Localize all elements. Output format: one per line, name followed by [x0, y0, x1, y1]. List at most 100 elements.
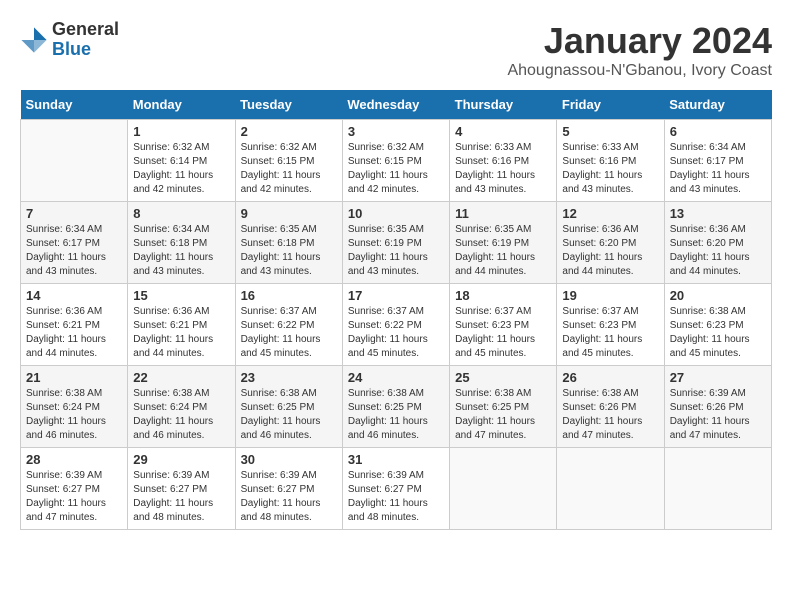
calendar-cell: 3Sunrise: 6:32 AM Sunset: 6:15 PM Daylig…: [342, 120, 449, 202]
calendar-cell: 29Sunrise: 6:39 AM Sunset: 6:27 PM Dayli…: [128, 448, 235, 530]
day-number: 25: [455, 370, 551, 385]
day-number: 9: [241, 206, 337, 221]
calendar-week-row: 21 Sunrise: 6:38 AM Sunset: 6:24 PM Dayli…: [21, 366, 772, 448]
day-info: Sunrise: 6:39 AM Sunset: 6:27 PM Dayligh…: [241, 469, 337, 525]
calendar-cell: 16Sunrise: 6:37 AM Sunset: 6:22 PM Dayli…: [235, 284, 342, 366]
day-number: 28: [26, 452, 122, 467]
day-info: Sunrise: 6:35 AM Sunset: 6:19 PM Dayligh…: [348, 223, 444, 279]
calendar-week-row: 1Sunrise: 6:32 AM Sunset: 6:14 PM Daylig…: [21, 120, 772, 202]
day-info: Sunrise: 6:32 AM Sunset: 6:15 PM Dayligh…: [241, 141, 337, 197]
day-number: 2: [241, 124, 337, 139]
calendar-body: 1Sunrise: 6:32 AM Sunset: 6:14 PM Daylig…: [21, 120, 772, 530]
calendar-cell: 27 Sunrise: 6:39 AM Sunset: 6:26 PM Dayli…: [664, 366, 771, 448]
day-info: Sunrise: 6:36 AM Sunset: 6:21 PM Dayligh…: [133, 305, 229, 361]
calendar-cell: 17 Sunrise: 6:37 AM Sunset: 6:22 PM Dayli…: [342, 284, 449, 366]
day-info: Sunrise: 6:37 AM Sunset: 6:23 PM Dayligh…: [562, 305, 658, 361]
calendar-cell: 8 Sunrise: 6:34 AM Sunset: 6:18 PM Daylig…: [128, 202, 235, 284]
day-info: Sunrise: 6:34 AM Sunset: 6:17 PM Dayligh…: [26, 223, 122, 279]
day-number: 5: [562, 124, 658, 139]
weekday-header-monday: Monday: [128, 90, 235, 120]
day-number: 17: [348, 288, 444, 303]
calendar-cell: 11Sunrise: 6:35 AM Sunset: 6:19 PM Dayli…: [450, 202, 557, 284]
day-number: 27: [670, 370, 766, 385]
location-subtitle: Ahougnassou-N'Gbanou, Ivory Coast: [507, 62, 772, 80]
day-info: Sunrise: 6:38 AM Sunset: 6:25 PM Dayligh…: [455, 387, 551, 443]
weekday-header-saturday: Saturday: [664, 90, 771, 120]
day-number: 10: [348, 206, 444, 221]
day-number: 8: [133, 206, 229, 221]
calendar-cell: 20Sunrise: 6:38 AM Sunset: 6:23 PM Dayli…: [664, 284, 771, 366]
day-info: Sunrise: 6:37 AM Sunset: 6:23 PM Dayligh…: [455, 305, 551, 361]
day-number: 30: [241, 452, 337, 467]
calendar-cell: 12 Sunrise: 6:36 AM Sunset: 6:20 PM Dayli…: [557, 202, 664, 284]
day-number: 22: [133, 370, 229, 385]
logo-icon: [20, 26, 48, 54]
calendar-week-row: 28 Sunrise: 6:39 AM Sunset: 6:27 PM Dayli…: [21, 448, 772, 530]
logo-general-text: General: [52, 20, 119, 40]
weekday-header-tuesday: Tuesday: [235, 90, 342, 120]
day-number: 21: [26, 370, 122, 385]
logo-text: General Blue: [52, 20, 119, 60]
calendar-cell: 25 Sunrise: 6:38 AM Sunset: 6:25 PM Dayli…: [450, 366, 557, 448]
calendar-cell: 13 Sunrise: 6:36 AM Sunset: 6:20 PM Dayli…: [664, 202, 771, 284]
day-number: 4: [455, 124, 551, 139]
calendar-cell: 23Sunrise: 6:38 AM Sunset: 6:25 PM Dayli…: [235, 366, 342, 448]
day-number: 12: [562, 206, 658, 221]
calendar-cell: 18 Sunrise: 6:37 AM Sunset: 6:23 PM Dayli…: [450, 284, 557, 366]
calendar-table: SundayMondayTuesdayWednesdayThursdayFrid…: [20, 90, 772, 530]
day-info: Sunrise: 6:36 AM Sunset: 6:21 PM Dayligh…: [26, 305, 122, 361]
weekday-header-sunday: Sunday: [21, 90, 128, 120]
day-info: Sunrise: 6:37 AM Sunset: 6:22 PM Dayligh…: [348, 305, 444, 361]
day-number: 31: [348, 452, 444, 467]
calendar-cell: 10 Sunrise: 6:35 AM Sunset: 6:19 PM Dayli…: [342, 202, 449, 284]
day-info: Sunrise: 6:33 AM Sunset: 6:16 PM Dayligh…: [562, 141, 658, 197]
calendar-cell: 4Sunrise: 6:33 AM Sunset: 6:16 PM Daylig…: [450, 120, 557, 202]
day-info: Sunrise: 6:38 AM Sunset: 6:23 PM Dayligh…: [670, 305, 766, 361]
calendar-cell: [450, 448, 557, 530]
day-info: Sunrise: 6:32 AM Sunset: 6:14 PM Dayligh…: [133, 141, 229, 197]
day-info: Sunrise: 6:34 AM Sunset: 6:18 PM Dayligh…: [133, 223, 229, 279]
calendar-cell: [557, 448, 664, 530]
day-number: 13: [670, 206, 766, 221]
day-info: Sunrise: 6:38 AM Sunset: 6:26 PM Dayligh…: [562, 387, 658, 443]
day-info: Sunrise: 6:35 AM Sunset: 6:18 PM Dayligh…: [241, 223, 337, 279]
day-number: 24: [348, 370, 444, 385]
calendar-cell: 26 Sunrise: 6:38 AM Sunset: 6:26 PM Dayli…: [557, 366, 664, 448]
calendar-cell: 6Sunrise: 6:34 AM Sunset: 6:17 PM Daylig…: [664, 120, 771, 202]
logo: General Blue: [20, 20, 119, 60]
day-info: Sunrise: 6:38 AM Sunset: 6:25 PM Dayligh…: [348, 387, 444, 443]
day-info: Sunrise: 6:36 AM Sunset: 6:20 PM Dayligh…: [670, 223, 766, 279]
day-number: 26: [562, 370, 658, 385]
day-number: 23: [241, 370, 337, 385]
calendar-cell: 9 Sunrise: 6:35 AM Sunset: 6:18 PM Daylig…: [235, 202, 342, 284]
weekday-header-row: SundayMondayTuesdayWednesdayThursdayFrid…: [21, 90, 772, 120]
day-number: 11: [455, 206, 551, 221]
calendar-cell: 2 Sunrise: 6:32 AM Sunset: 6:15 PM Daylig…: [235, 120, 342, 202]
day-number: 3: [348, 124, 444, 139]
calendar-cell: 19Sunrise: 6:37 AM Sunset: 6:23 PM Dayli…: [557, 284, 664, 366]
title-block: January 2024 Ahougnassou-N'Gbanou, Ivory…: [507, 20, 772, 80]
day-info: Sunrise: 6:38 AM Sunset: 6:24 PM Dayligh…: [26, 387, 122, 443]
day-number: 29: [133, 452, 229, 467]
day-info: Sunrise: 6:37 AM Sunset: 6:22 PM Dayligh…: [241, 305, 337, 361]
weekday-header-friday: Friday: [557, 90, 664, 120]
calendar-cell: 5 Sunrise: 6:33 AM Sunset: 6:16 PM Daylig…: [557, 120, 664, 202]
day-number: 15: [133, 288, 229, 303]
calendar-header: SundayMondayTuesdayWednesdayThursdayFrid…: [21, 90, 772, 120]
day-number: 7: [26, 206, 122, 221]
calendar-cell: 24 Sunrise: 6:38 AM Sunset: 6:25 PM Dayli…: [342, 366, 449, 448]
calendar-cell: [21, 120, 128, 202]
day-info: Sunrise: 6:36 AM Sunset: 6:20 PM Dayligh…: [562, 223, 658, 279]
page-header: General Blue January 2024 Ahougnassou-N'…: [20, 20, 772, 80]
day-info: Sunrise: 6:34 AM Sunset: 6:17 PM Dayligh…: [670, 141, 766, 197]
weekday-header-thursday: Thursday: [450, 90, 557, 120]
calendar-cell: [664, 448, 771, 530]
calendar-cell: 1Sunrise: 6:32 AM Sunset: 6:14 PM Daylig…: [128, 120, 235, 202]
day-info: Sunrise: 6:39 AM Sunset: 6:26 PM Dayligh…: [670, 387, 766, 443]
calendar-cell: 7 Sunrise: 6:34 AM Sunset: 6:17 PM Daylig…: [21, 202, 128, 284]
day-number: 18: [455, 288, 551, 303]
calendar-cell: 14Sunrise: 6:36 AM Sunset: 6:21 PM Dayli…: [21, 284, 128, 366]
calendar-cell: 22Sunrise: 6:38 AM Sunset: 6:24 PM Dayli…: [128, 366, 235, 448]
calendar-cell: 30 Sunrise: 6:39 AM Sunset: 6:27 PM Dayli…: [235, 448, 342, 530]
calendar-week-row: 7 Sunrise: 6:34 AM Sunset: 6:17 PM Daylig…: [21, 202, 772, 284]
